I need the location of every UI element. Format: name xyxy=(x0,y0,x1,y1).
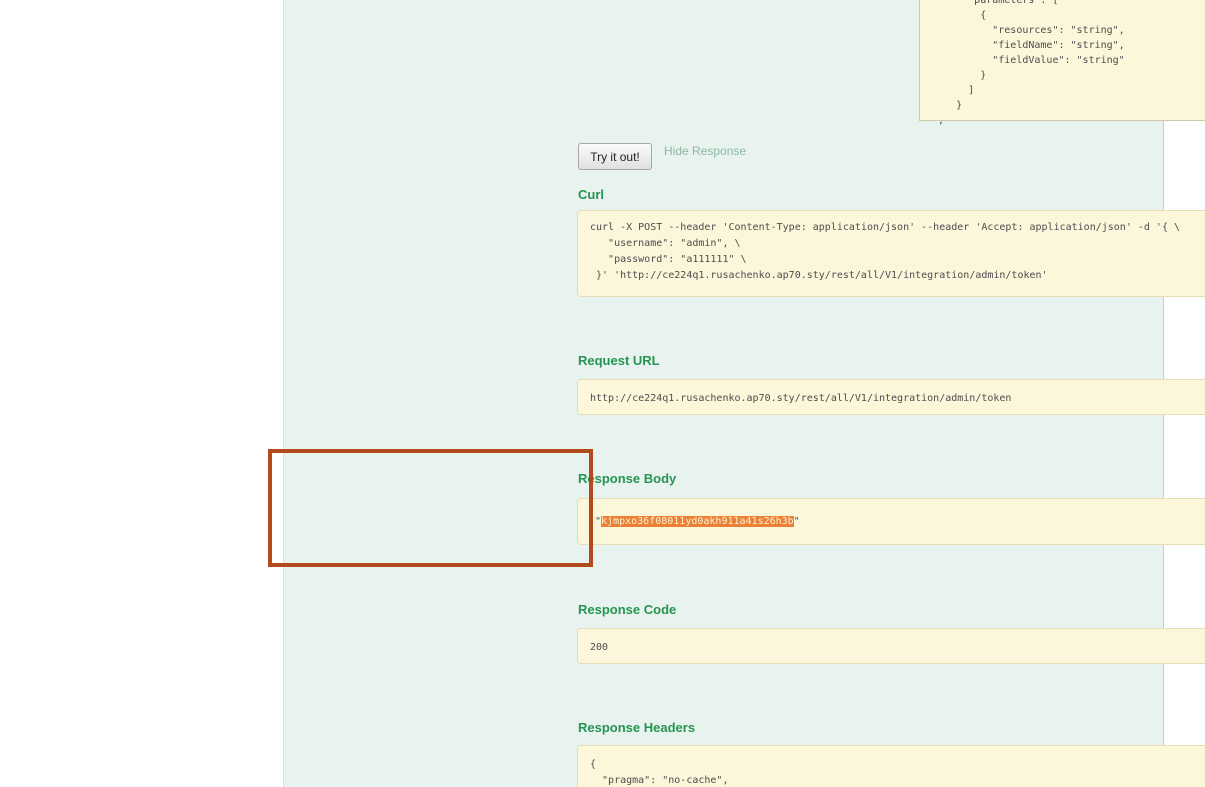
response-headers-heading: Response Headers xyxy=(578,720,695,735)
response-body-box: "kjmpxo36f08011yd0akh911a41s26h3b" xyxy=(577,498,1205,545)
response-body-heading: Response Body xyxy=(578,471,676,486)
curl-command-text: curl -X POST --header 'Content-Type: app… xyxy=(578,211,1205,284)
swagger-operation-page: "parameters": [ { "resources": "string",… xyxy=(0,0,1205,787)
response-body-text: "kjmpxo36f08011yd0akh911a41s26h3b" xyxy=(578,499,1205,530)
highlighted-token: kjmpxo36f08011yd0akh911a41s26h3b xyxy=(601,516,794,527)
response-headers-text: { "pragma": "no-cache", xyxy=(578,746,1205,787)
post-operation-content-panel: "parameters": [ { "resources": "string",… xyxy=(283,0,1164,787)
curl-heading: Curl xyxy=(578,187,604,202)
response-code-heading: Response Code xyxy=(578,602,676,617)
body-parameter-json-text[interactable]: "parameters": [ { "resources": "string",… xyxy=(920,0,1125,113)
curl-code-block: curl -X POST --header 'Content-Type: app… xyxy=(577,210,1205,297)
close-quote: " xyxy=(794,516,800,527)
json-trailing-comma: , xyxy=(938,115,944,126)
hide-response-link[interactable]: Hide Response xyxy=(664,144,746,158)
request-url-box: http://ce224q1.rusachenko.ap70.sty/rest/… xyxy=(577,379,1205,415)
request-url-text: http://ce224q1.rusachenko.ap70.sty/rest/… xyxy=(578,380,1205,407)
response-code-text: 200 xyxy=(578,629,1205,656)
body-parameter-json-editor[interactable]: "parameters": [ { "resources": "string",… xyxy=(919,0,1205,121)
try-it-out-button[interactable]: Try it out! xyxy=(578,143,652,170)
response-headers-box: { "pragma": "no-cache", xyxy=(577,745,1205,787)
response-code-box: 200 xyxy=(577,628,1205,664)
request-url-heading: Request URL xyxy=(578,353,660,368)
